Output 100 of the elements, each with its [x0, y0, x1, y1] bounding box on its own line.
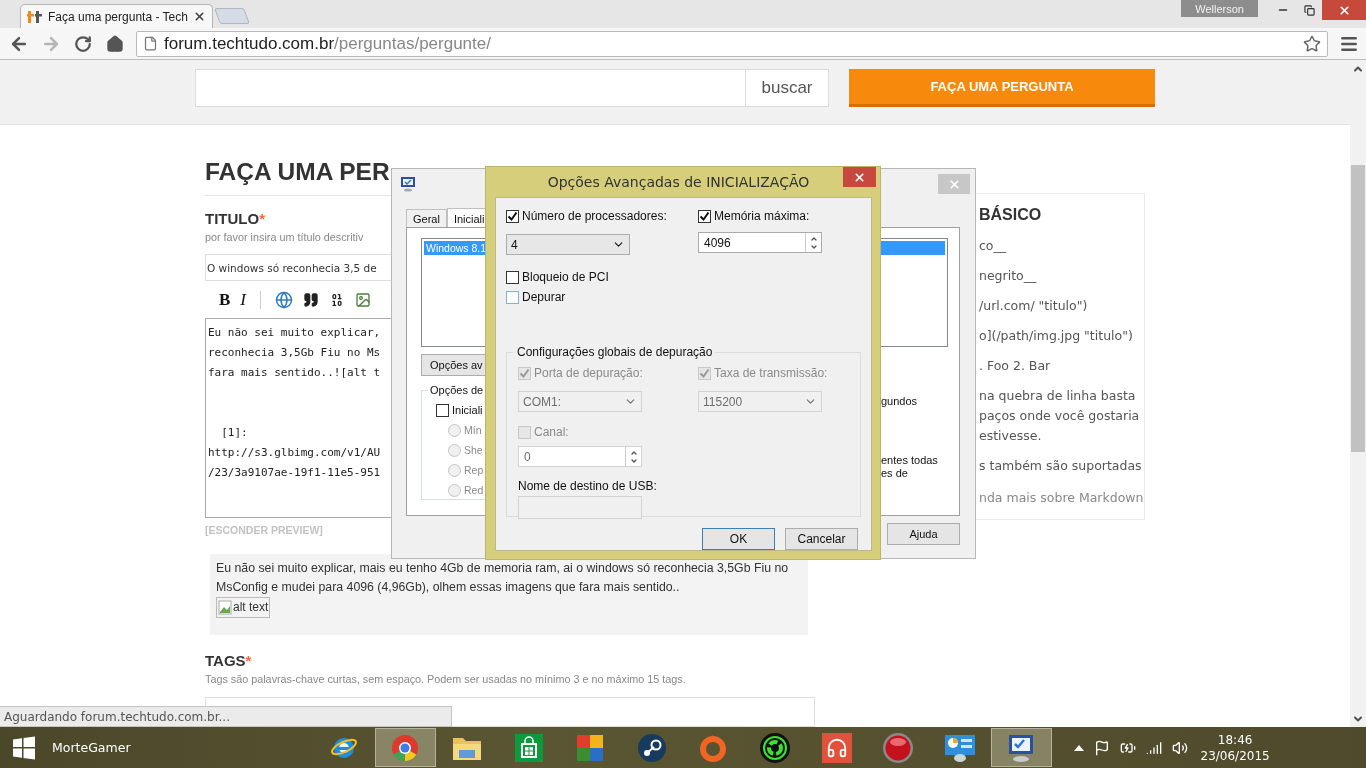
help-text: . Foo 2. Bar [979, 357, 1051, 375]
radio-label: She [464, 444, 483, 456]
checkbox-label: Taxa de transmissão: [714, 366, 828, 380]
broken-image: alt text [216, 597, 271, 618]
field-hint: Tags são palavras-chave curtas, sem espaço. Podem ser usadas no mínimo 3 e no máximo 15 tags. [205, 673, 686, 685]
image-button[interactable] [355, 292, 371, 308]
round-logo-icon [636, 732, 667, 763]
checkbox[interactable] [506, 290, 519, 304]
close-icon [192, 10, 206, 23]
address-bar[interactable]: forum.techtudo.com.br/perguntas/pergunte/ [136, 30, 1328, 57]
search-button[interactable]: buscar [746, 69, 829, 107]
checkbox-label: Depurar [522, 290, 566, 304]
help-text: estivesse. [979, 427, 1042, 445]
tiles-icon [575, 732, 606, 763]
quote-icon [303, 292, 319, 308]
checkbox-label: Canal: [534, 425, 569, 439]
page-heading: FAÇA UMA PER [205, 158, 390, 186]
radio-button[interactable] [448, 463, 461, 477]
dialog-tab[interactable]: Geral [406, 209, 447, 227]
help-heading: BÁSICO [979, 206, 1042, 224]
help-text: na quebra de linha basta [979, 387, 1136, 405]
field-hint: por favor insira um título descritiv [205, 231, 364, 243]
radio-button[interactable] [448, 423, 461, 437]
help-text: negrito__ [979, 267, 1037, 285]
checkbox[interactable] [698, 209, 711, 223]
control-panel-icon [942, 732, 977, 763]
preview-text: Eu não sei muito explicar, mais eu tenho 4Gb de memoria ram, ai o windows só reconhecia 3,5Gb Fiu no MsConfig e mudei para 4096 (4,96Gb), olhem essas imagens que fara mais sentido.. [216, 560, 790, 596]
radio-label: Rep [464, 464, 484, 476]
star-icon[interactable] [1303, 34, 1321, 53]
group-title: Opções de [429, 384, 485, 396]
help-text: /url.com/ "titulo") [979, 297, 1088, 315]
help-button[interactable]: Ajuda [887, 523, 960, 545]
option-text: gundos [881, 395, 918, 408]
clock[interactable]: 18:46 23/06/2015 [1200, 731, 1271, 764]
close-icon [947, 177, 961, 191]
close-button[interactable] [843, 167, 876, 187]
scroll-thumb[interactable] [1351, 165, 1365, 452]
signal-icon[interactable] [1146, 739, 1163, 756]
dialog-title: Opções Avançadas de INICIALIZAÇÃO [546, 174, 811, 190]
title-field[interactable]: O windows só reconhecia 3,5 de [205, 254, 391, 281]
radio-label: Red [464, 484, 484, 496]
memory-field[interactable]: 4096 [698, 232, 822, 253]
code-icon [329, 292, 345, 308]
close-icon [1337, 3, 1351, 17]
page-icon [143, 36, 158, 51]
search-field[interactable] [195, 69, 746, 107]
help-text: s também são suportadas [979, 457, 1142, 475]
globe-icon [275, 291, 293, 309]
flag-icon[interactable] [1094, 739, 1111, 756]
checkbox-label: Número de processadores: [522, 209, 667, 223]
close-icon [853, 170, 866, 184]
scrollbar[interactable] [1350, 60, 1366, 727]
option-text: es de [881, 467, 908, 480]
help-text: paços onde você gostaria [979, 407, 1140, 425]
ok-button[interactable]: OK [702, 528, 775, 550]
field-label: TAGS* [205, 652, 252, 669]
home-icon [106, 34, 124, 53]
taskbar-button[interactable] [374, 728, 437, 767]
record-icon [882, 731, 915, 764]
reload-icon [74, 34, 92, 53]
user-name: MorteGamer [51, 740, 132, 755]
quote-button[interactable] [303, 292, 319, 308]
checkbox-label: Porta de depuração: [534, 366, 643, 380]
shopping-bag-icon [513, 732, 544, 763]
option-text: entes todas [881, 454, 938, 467]
markdown-link[interactable]: nda mais sobre Markdown [979, 490, 1144, 505]
ring-icon [758, 731, 791, 764]
radio-button[interactable] [448, 443, 461, 457]
checkbox-label: Memória máxima: [714, 209, 810, 223]
monitor-check-icon [400, 176, 416, 192]
radio-button[interactable] [448, 483, 461, 497]
radio-label: Mín [464, 424, 482, 436]
group-title: Configurações globais de depuração [516, 345, 714, 359]
headphones-icon [821, 732, 852, 763]
image-icon [355, 292, 371, 308]
help-text: o](/path/img.jpg "titulo") [979, 327, 1133, 345]
processor-select[interactable]: 4 [506, 234, 630, 255]
start-logo-icon [12, 735, 36, 760]
caret-icon[interactable] [1074, 744, 1085, 751]
italic-button[interactable]: I [240, 290, 246, 310]
site-logo-icon [27, 9, 43, 24]
taskbar-button[interactable] [990, 728, 1053, 767]
field-label: Nome de destino de USB: [518, 479, 658, 493]
checkbox[interactable] [506, 270, 519, 284]
link-button[interactable] [275, 291, 293, 309]
loading-status-toast: Aguardando forum.techtudo.com.br... [0, 706, 452, 727]
browser-tab[interactable]: Faça uma pergunta - Tech [20, 4, 213, 28]
round-logo-icon [390, 732, 421, 763]
ring-icon [698, 732, 729, 763]
restore-icon [1303, 4, 1315, 16]
code-button[interactable] [329, 292, 345, 308]
help-text: co__ [979, 237, 1007, 255]
bold-button[interactable]: B [219, 290, 231, 310]
volume-icon[interactable] [1172, 739, 1189, 756]
checkbox[interactable] [506, 209, 519, 223]
checkbox-label: Bloqueio de PCI [522, 270, 609, 284]
checkbox-label: Iniciali [452, 404, 483, 416]
cancel-button[interactable]: Cancelar [785, 528, 858, 550]
checkbox[interactable] [436, 403, 449, 417]
field-label: TITULO* [205, 210, 265, 227]
